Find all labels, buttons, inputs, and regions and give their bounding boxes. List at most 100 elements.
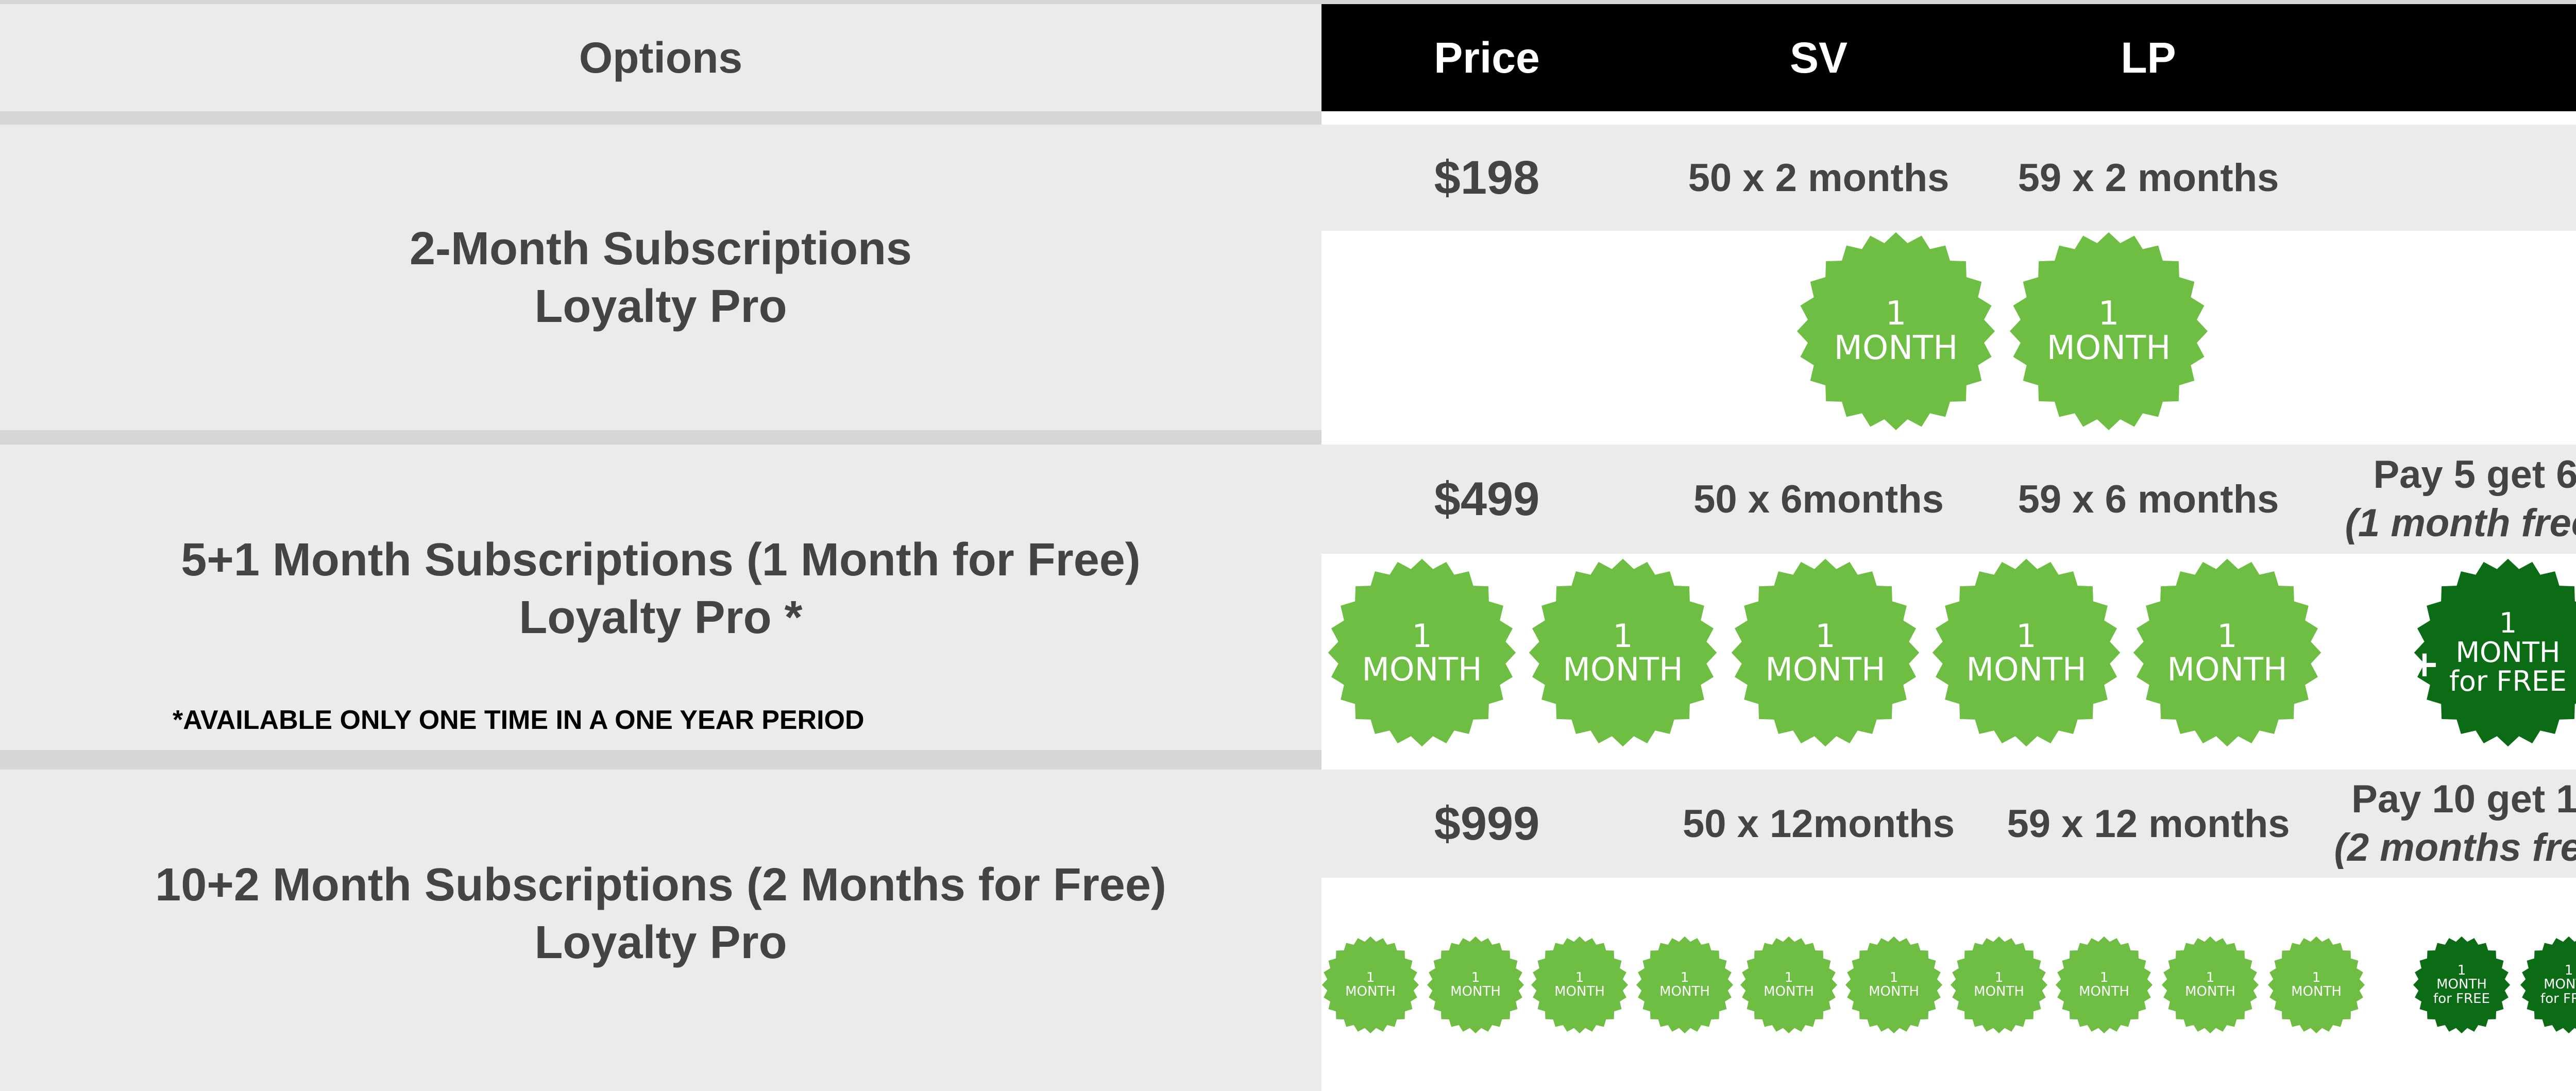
badge-label-unit: MONTH [1450, 984, 1501, 999]
row-2-month-title: 2-Month Subscriptions Loyalty Pro [0, 125, 1321, 430]
month-badge: 1 MONTH [2055, 935, 2154, 1034]
month-badge: 1 MONTH [2008, 230, 2210, 432]
badge-label: 1 MONTH [1795, 230, 1997, 432]
badge-label: 1 MONTH [2267, 935, 2366, 1034]
badge-label: 1 MONTH [1326, 557, 1518, 748]
badge-label-unit: MONTH [1966, 651, 2087, 688]
row-divider [0, 430, 1321, 445]
price-value: $198 [1434, 151, 1540, 204]
deal-line1: Pay 10 get 12 [2351, 777, 2576, 821]
badge-label-number: 1 [1784, 969, 1793, 985]
badge-label: 1 MONTH [2161, 935, 2260, 1034]
badge-label: 1 MONTH [1635, 935, 1734, 1034]
badge-label-unit: MONTH [1554, 984, 1605, 999]
row-title-line1: 2-Month Subscriptions [410, 223, 912, 275]
month-badge: 1 MONTH [1730, 557, 1921, 748]
sv-value: 50 x 6months [1693, 477, 1944, 521]
badge-label-free: for FREE [2433, 991, 2490, 1007]
badge-label-number: 1 [1575, 969, 1584, 985]
row-title-line2: Loyalty Pro * [519, 592, 803, 643]
row-2-month-options: 2-Month Subscriptions Loyalty Pro [0, 125, 1321, 430]
sv-value: 50 x 12months [1683, 802, 1955, 846]
badge-label: 1 MONTH [2008, 230, 2210, 432]
sv-value: 50 x 2 months [1688, 156, 1950, 200]
month-badge: 1 MONTH [1530, 935, 1629, 1034]
month-badge: 1 MONTH [1795, 230, 1997, 432]
price-value: $999 [1434, 797, 1540, 850]
badge-label: 1 MONTH [1321, 935, 1420, 1034]
badge-label: 1 MONTH [1730, 557, 1921, 748]
month-badge: 1 MONTH [1930, 557, 2122, 748]
deal-line2: (2 months free) [2334, 826, 2576, 870]
badge-label-unit: MONTH [1764, 984, 1814, 999]
row-title-line1: 10+2 Month Subscriptions (2 Months for F… [155, 859, 1166, 911]
month-badge: 1 MONTH [2267, 935, 2366, 1034]
badge-label-unit: MONTH [1345, 984, 1396, 999]
options-header-label: Options [579, 33, 743, 82]
month-badge: 1 MONTH [2131, 557, 2323, 748]
month-badge: 1 MONTH [1950, 935, 2048, 1034]
badge-label-unit: MONTH [1869, 984, 1919, 999]
badge-label-unit: MONTH [1974, 984, 2024, 999]
row-title-line1: 5+1 Month Subscriptions (1 Month for Fre… [181, 534, 1141, 586]
badge-label: 1MONTHfor FREE [2519, 935, 2576, 1034]
badge-label-number: 1 [1889, 969, 1899, 985]
month-badge: 1 MONTH [1739, 935, 1838, 1034]
price-value: $499 [1434, 472, 1540, 525]
badge-label-number: 1 [2099, 969, 2109, 985]
badge-label-unit: MONTH [2436, 977, 2487, 993]
badge-label: 1 MONTH [1950, 935, 2048, 1034]
badge-label-number: 1 [1815, 617, 1836, 655]
badge-label-number: 1 [2217, 617, 2238, 655]
badge-label-unit: MONTH [1563, 651, 1683, 688]
month-badge: 1 MONTH [1844, 935, 1943, 1034]
free-month-badge: 1MONTHfor FREE [2412, 935, 2511, 1034]
badge-label-unit: MONTH [2455, 636, 2561, 669]
options-header: Options [0, 4, 1321, 111]
badge-label-free: for FREE [2540, 991, 2576, 1007]
badge-label: 1 MONTH [1844, 935, 1943, 1034]
deal-line1: Pay 5 get 6 [2373, 453, 2576, 497]
sv-column-header: SV [1789, 33, 1848, 82]
availability-footnote: *AVAILABLE ONLY ONE TIME IN A ONE YEAR P… [173, 705, 865, 735]
deal-line2: (1 month free) [2345, 501, 2576, 545]
row-title-line2: Loyalty Pro [534, 280, 787, 332]
badge-label: 1 MONTH [1739, 935, 1838, 1034]
lp-value: 59 x 12 months [2007, 802, 2290, 846]
badge-label-unit: MONTH [2185, 984, 2235, 999]
row-10plus2-title: 10+2 Month Subscriptions (2 Months for F… [0, 852, 1321, 976]
badge-label-number: 1 [1680, 969, 1689, 985]
row-5plus1-title: 5+1 Month Subscriptions (1 Month for Fre… [0, 527, 1321, 651]
badge-label-free: for FREE [2449, 665, 2567, 698]
badge-label-unit: MONTH [2079, 984, 2129, 999]
lp-value: 59 x 6 months [2018, 477, 2279, 521]
badge-label: 1 MONTH [1426, 935, 1525, 1034]
badge-label-number: 1 [1366, 969, 1375, 985]
badge-label-number: 1 [1412, 617, 1432, 655]
badge-label: 1 MONTH [2131, 557, 2323, 748]
row-title-line2: Loyalty Pro [534, 917, 787, 968]
badge-label-unit: MONTH [1834, 329, 1958, 367]
badge-label-number: 1 [1613, 617, 1633, 655]
row-5plus1-options: 5+1 Month Subscriptions (1 Month for Fre… [0, 445, 1321, 750]
badge-label-number: 1 [2016, 617, 2037, 655]
header-bar [0, 0, 2576, 4]
badge-label-unit: MONTH [2046, 329, 2171, 367]
badge-label-number: 1 [2564, 963, 2573, 979]
month-badge: 1 MONTH [2161, 935, 2260, 1034]
plus-icon: + [2409, 643, 2440, 685]
lp-column-header: LP [2121, 33, 2176, 82]
badge-label-number: 1 [2098, 294, 2120, 333]
badge-label-number: 1 [1885, 294, 1907, 333]
badge-label-unit: MONTH [2544, 977, 2576, 993]
badge-label-number: 1 [1994, 969, 2004, 985]
month-badge: 1 MONTH [1321, 935, 1420, 1034]
badge-label: 1 MONTH [1527, 557, 1719, 748]
deal-description: Pay 5 get 6 (1 month free) [2313, 445, 2576, 554]
deal-description: Pay 10 get 12 (2 months free) [2313, 770, 2576, 878]
month-badge: 1 MONTH [1326, 557, 1518, 748]
badge-label-unit: MONTH [1659, 984, 1710, 999]
badge-label: 1 MONTH [2055, 935, 2154, 1034]
month-badge: 1 MONTH [1426, 935, 1525, 1034]
row-divider [0, 750, 1321, 770]
